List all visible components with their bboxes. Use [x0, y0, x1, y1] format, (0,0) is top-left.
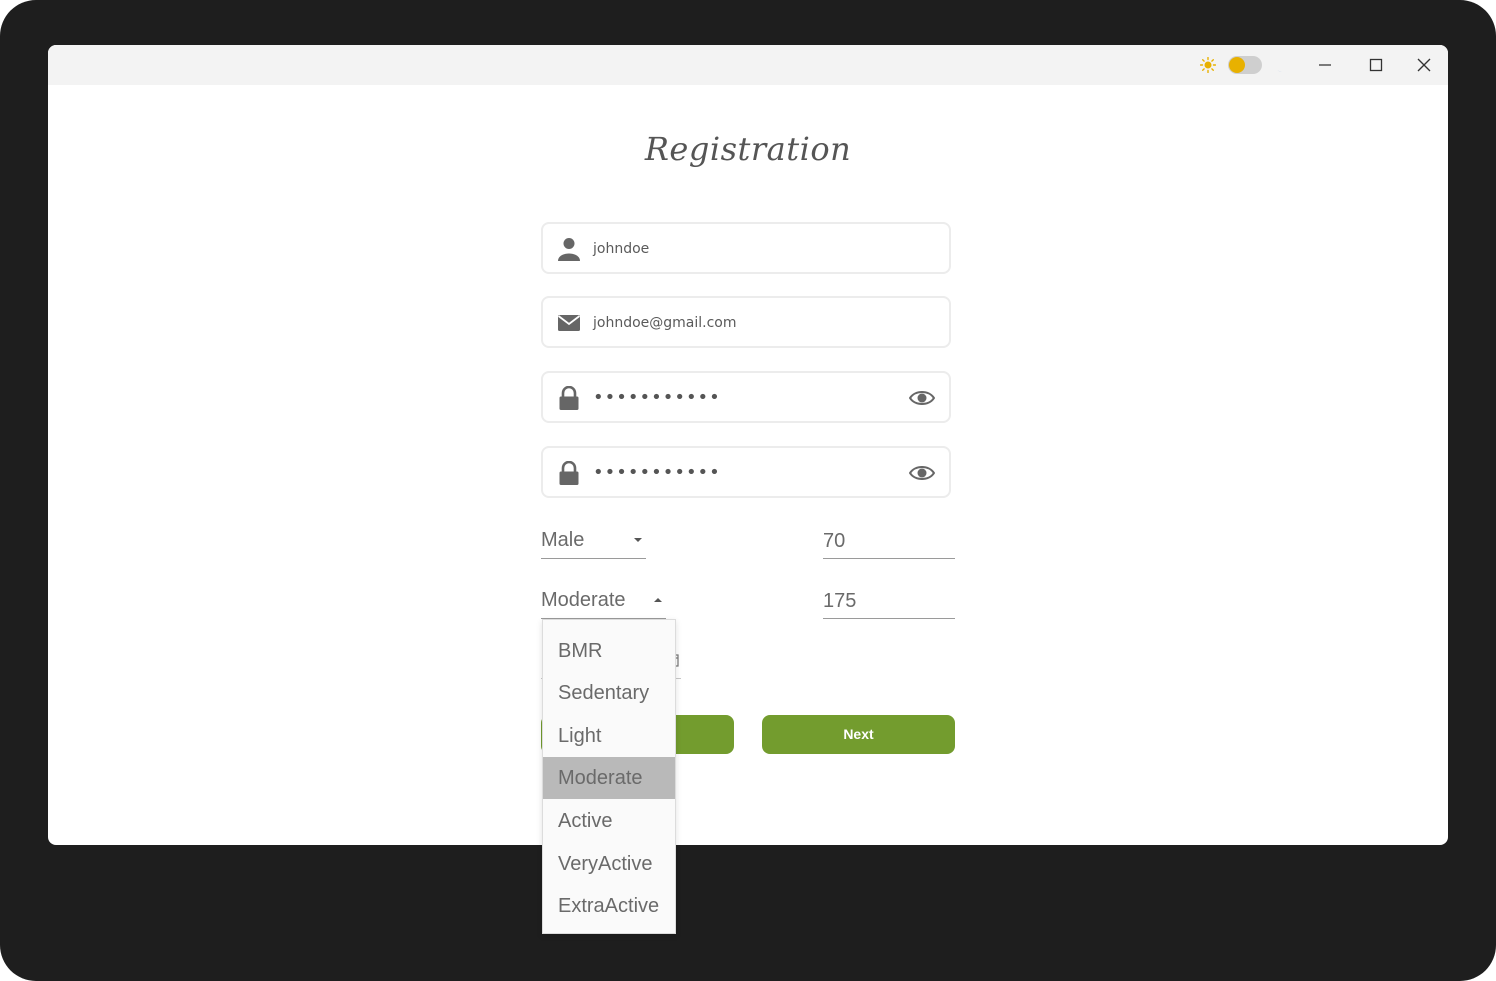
next-button[interactable]: Next: [762, 715, 955, 754]
theme-toggle-knob: [1229, 57, 1245, 73]
activity-option-light[interactable]: Light: [543, 715, 675, 757]
title-bar: [48, 45, 1448, 85]
activity-option-veryactive[interactable]: VeryActive: [543, 843, 675, 885]
page-title: Registration: [644, 130, 852, 168]
height-input[interactable]: 175: [823, 587, 955, 619]
mail-icon: [557, 315, 581, 331]
password-field[interactable]: •••••••••••: [541, 371, 951, 423]
confirm-password-field[interactable]: •••••••••••: [541, 446, 951, 498]
activity-dropdown-list: BMR Sedentary Light Moderate Active Very…: [542, 619, 676, 934]
password-value: •••••••••••: [593, 387, 721, 408]
username-value: johndoe: [593, 241, 650, 257]
gender-value: Male: [541, 529, 585, 551]
eye-icon[interactable]: [909, 462, 935, 484]
chevron-down-icon: [634, 538, 642, 542]
weight-value: 70: [823, 530, 846, 552]
username-field[interactable]: johndoe: [541, 222, 951, 274]
close-icon[interactable]: [1414, 55, 1434, 75]
weight-input[interactable]: 70: [823, 527, 955, 559]
height-value: 175: [823, 590, 857, 612]
moon-icon: [1274, 58, 1284, 72]
gender-select[interactable]: Male: [541, 527, 646, 559]
lock-icon: [559, 386, 579, 410]
lock-icon: [559, 461, 579, 485]
device-frame: Registration johndoe johndoe@gmail.com •…: [0, 0, 1496, 981]
activity-option-bmr[interactable]: BMR: [543, 630, 675, 672]
minimize-icon[interactable]: [1315, 55, 1335, 75]
theme-toggle[interactable]: [1228, 56, 1262, 74]
app-window: Registration johndoe johndoe@gmail.com •…: [48, 45, 1448, 845]
maximize-icon[interactable]: [1366, 55, 1386, 75]
confirm-password-value: •••••••••••: [593, 462, 721, 483]
sun-icon: [1200, 57, 1216, 73]
user-icon: [558, 238, 580, 261]
chevron-up-icon: [654, 598, 662, 602]
activity-option-extraactive[interactable]: ExtraActive: [543, 885, 675, 927]
activity-value: Moderate: [541, 589, 626, 611]
activity-select[interactable]: Moderate: [541, 587, 666, 619]
activity-option-moderate[interactable]: Moderate: [543, 757, 675, 799]
activity-option-sedentary[interactable]: Sedentary: [543, 672, 675, 714]
email-value: johndoe@gmail.com: [593, 315, 737, 331]
email-field[interactable]: johndoe@gmail.com: [541, 296, 951, 348]
eye-icon[interactable]: [909, 387, 935, 409]
activity-option-active[interactable]: Active: [543, 800, 675, 842]
